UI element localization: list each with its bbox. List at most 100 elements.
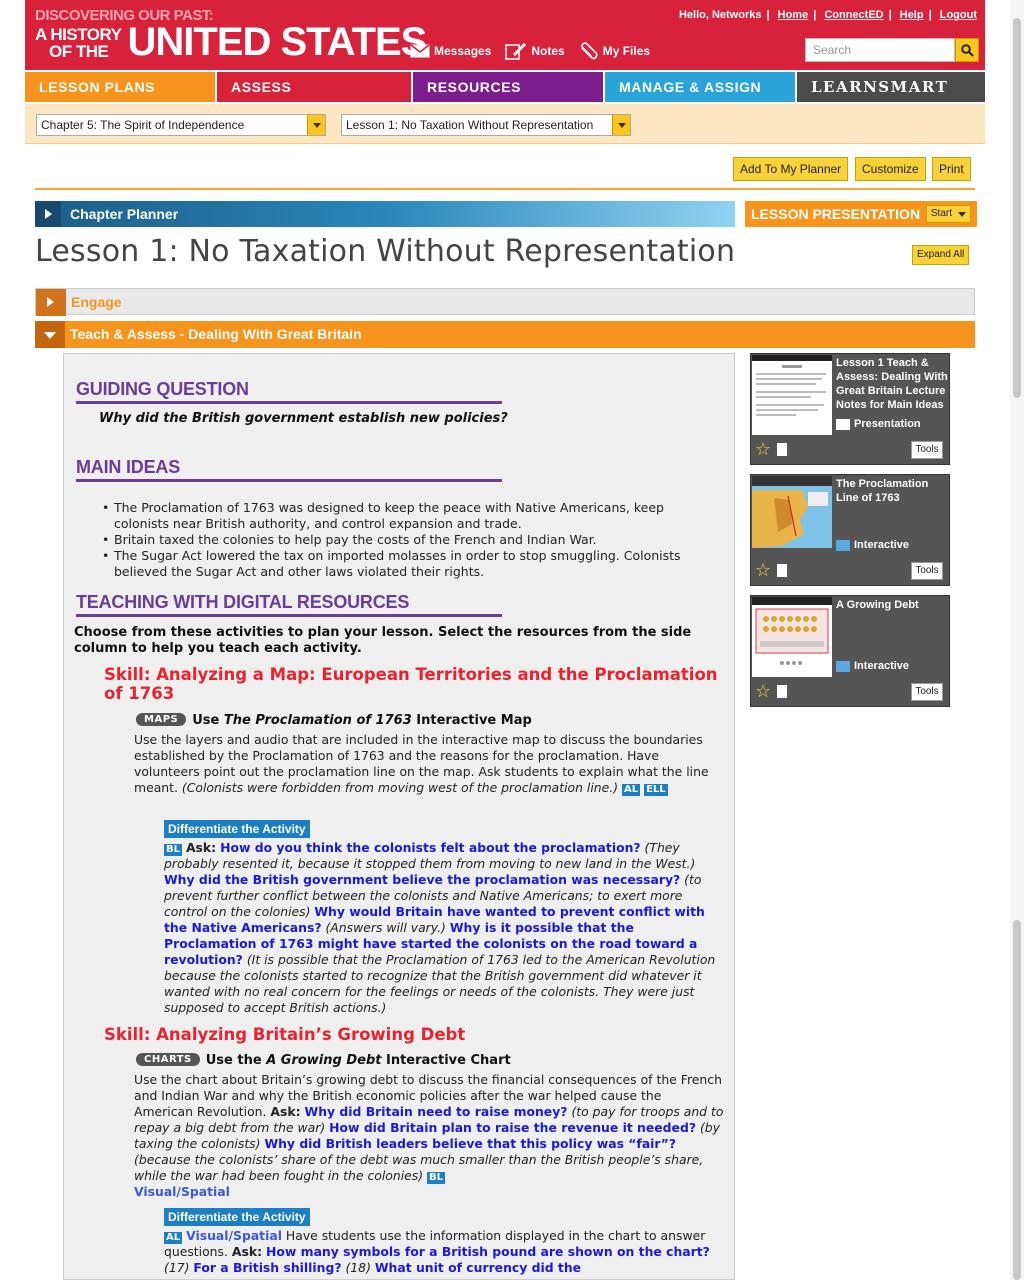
site-logo[interactable]: DISCOVERING OUR PAST: A HISTORY OF THE U… xyxy=(35,8,427,63)
help-link[interactable]: Help xyxy=(900,9,924,21)
add-to-planner-button[interactable]: Add To My Planner xyxy=(733,157,849,181)
resource-card-lecture-notes[interactable]: Lesson 1 Teach & Assess: Dealing With Gr… xyxy=(750,353,950,465)
search-icon xyxy=(960,43,974,57)
envelope-icon xyxy=(410,44,430,58)
messages-button[interactable]: Messages xyxy=(410,42,491,60)
start-dropdown[interactable]: Start xyxy=(925,205,971,223)
tools-button[interactable]: Tools xyxy=(911,683,943,701)
favorite-star-icon[interactable]: ☆ xyxy=(755,562,771,580)
favorite-star-icon[interactable]: ☆ xyxy=(755,683,771,701)
account-links: Hello, Networks | Home | ConnectED | Help | … xyxy=(678,9,977,21)
section-engage-label: Engage xyxy=(71,294,122,310)
presentation-icon xyxy=(836,418,850,430)
lesson-presentation-bar: LESSON PRESENTATION Start xyxy=(745,201,977,227)
resource-actions: ☆ Tools xyxy=(751,438,949,464)
search-button[interactable] xyxy=(955,38,979,62)
use-text: Use the xyxy=(205,1053,267,1068)
answer-text: (Colonists were forbidden from moving we… xyxy=(181,780,619,795)
differentiate-label: Differentiate the Activity xyxy=(164,1208,310,1226)
my-files-button[interactable]: My Files xyxy=(579,42,650,60)
tab-lesson-plans[interactable]: LESSON PLANS xyxy=(25,72,217,102)
print-button[interactable]: Print xyxy=(932,157,971,181)
resource-type-label: Interactive xyxy=(854,660,910,672)
lesson-content: GUIDING QUESTION Why did the British gov… xyxy=(63,353,735,1280)
chapter-planner-label: Chapter Planner xyxy=(70,206,179,222)
resource-card-growing-debt[interactable]: A Growing Debt Interactive ☆ Tools xyxy=(750,595,950,707)
resource-type-label: Presentation xyxy=(854,418,921,430)
chevron-down-icon xyxy=(612,115,630,135)
question-text: Why did Britain need to raise money? xyxy=(304,1104,568,1119)
search-box xyxy=(805,38,979,62)
header-tools: Messages Notes My Files xyxy=(410,42,650,60)
skill-debt-use-line: CHARTS Use the A Growing Debt Interactive… xyxy=(136,1053,511,1068)
resource-title-link: A Growing Debt xyxy=(266,1053,382,1068)
tab-manage-assign[interactable]: MANAGE & ASSIGN xyxy=(605,72,797,102)
al-badge: AL xyxy=(622,784,641,796)
question-text: Why did British leaders believe that thi… xyxy=(264,1136,677,1151)
tab-resources[interactable]: RESOURCES xyxy=(413,72,605,102)
resource-title-link: The Proclamation of 1763 xyxy=(223,713,412,728)
use-text: Interactive Map xyxy=(411,713,532,728)
ell-badge: ELL xyxy=(644,784,668,796)
logo-line2a: A HISTORY xyxy=(35,25,122,44)
resource-thumbnail xyxy=(752,355,832,435)
visual-spatial-label: Visual/Spatial xyxy=(134,1184,230,1199)
notes-label: Notes xyxy=(531,44,565,58)
page-scrollbar[interactable] xyxy=(1010,0,1024,1280)
chapter-select-value: Chapter 5: The Spirit of Independence xyxy=(41,118,245,132)
resource-type: Presentation xyxy=(836,418,921,430)
tools-button[interactable]: Tools xyxy=(911,441,943,459)
document-icon[interactable] xyxy=(777,443,787,456)
question-text: How did Britain plan to raise the revenu… xyxy=(329,1120,697,1135)
main-ideas-heading: MAIN IDEAS xyxy=(76,457,181,477)
document-icon[interactable] xyxy=(777,685,787,698)
notes-button[interactable]: Notes xyxy=(505,42,565,60)
resource-card-proclamation-line[interactable]: The Proclamation Line of 1763 Interactiv… xyxy=(750,474,950,586)
play-arrow-icon xyxy=(35,201,61,227)
answer-text: (18) xyxy=(345,1260,371,1275)
guiding-question-heading: GUIDING QUESTION xyxy=(76,379,249,399)
scrollbar-thumb[interactable] xyxy=(1013,18,1021,398)
choose-instructions: Choose from these activities to plan you… xyxy=(74,625,692,656)
section-teach-assess[interactable]: Teach & Assess - Dealing With Great Brit… xyxy=(35,321,975,348)
tab-learnsmart[interactable]: LEARNSMART xyxy=(797,72,985,102)
resource-type: Interactive xyxy=(836,660,909,672)
scrollbar-thumb[interactable] xyxy=(1013,920,1021,1280)
ask-label: Ask: xyxy=(270,1104,301,1119)
chapter-planner-bar[interactable]: Chapter Planner xyxy=(35,201,735,227)
al-badge: AL xyxy=(164,1232,183,1244)
answer-text: (It is possible that the Proclamation of… xyxy=(164,952,716,1015)
skill-map-description: Use the layers and audio that are includ… xyxy=(134,732,724,796)
logo-line2b: OF THE xyxy=(49,42,109,61)
differentiate-questions: BL Ask: How do you think the colonists f… xyxy=(164,840,724,1016)
document-icon[interactable] xyxy=(777,564,787,577)
tab-assess[interactable]: ASSESS xyxy=(217,72,413,102)
maps-badge: MAPS xyxy=(136,713,187,726)
list-item: Britain taxed the colonies to help pay t… xyxy=(102,532,714,548)
customize-button[interactable]: Customize xyxy=(855,157,926,181)
chevron-down-icon xyxy=(307,115,325,135)
digital-resources-heading: TEACHING WITH DIGITAL RESOURCES xyxy=(76,592,410,612)
resource-thumbnail xyxy=(752,476,832,556)
resource-thumbnail xyxy=(752,597,832,677)
charts-badge: CHARTS xyxy=(136,1053,200,1066)
logout-link[interactable]: Logout xyxy=(940,9,977,21)
favorite-star-icon[interactable]: ☆ xyxy=(755,441,771,459)
home-link[interactable]: Home xyxy=(778,9,809,21)
chapter-select[interactable]: Chapter 5: The Spirit of Independence xyxy=(36,114,326,136)
search-input[interactable] xyxy=(805,38,955,62)
heading-rule xyxy=(76,479,502,482)
lesson-select[interactable]: Lesson 1: No Taxation Without Representa… xyxy=(341,114,631,136)
skill-heading-debt: Skill: Analyzing Britain’s Growing Debt xyxy=(104,1025,466,1044)
divider xyxy=(35,188,975,190)
resource-title: A Growing Debt xyxy=(836,599,919,611)
visual-spatial-label: Visual/Spatial xyxy=(186,1228,282,1243)
tools-button[interactable]: Tools xyxy=(911,562,943,580)
resource-title: The Proclamation Line of 1763 xyxy=(836,478,929,504)
connected-link[interactable]: ConnectED xyxy=(824,9,883,21)
page-title: Lesson 1: No Taxation Without Representa… xyxy=(35,234,736,269)
ask-label: Ask: xyxy=(231,1244,263,1259)
list-item: The Sugar Act lowered the tax on importe… xyxy=(102,548,714,580)
section-engage[interactable]: Engage xyxy=(35,288,975,316)
expand-all-button[interactable]: Expand All xyxy=(912,245,970,265)
